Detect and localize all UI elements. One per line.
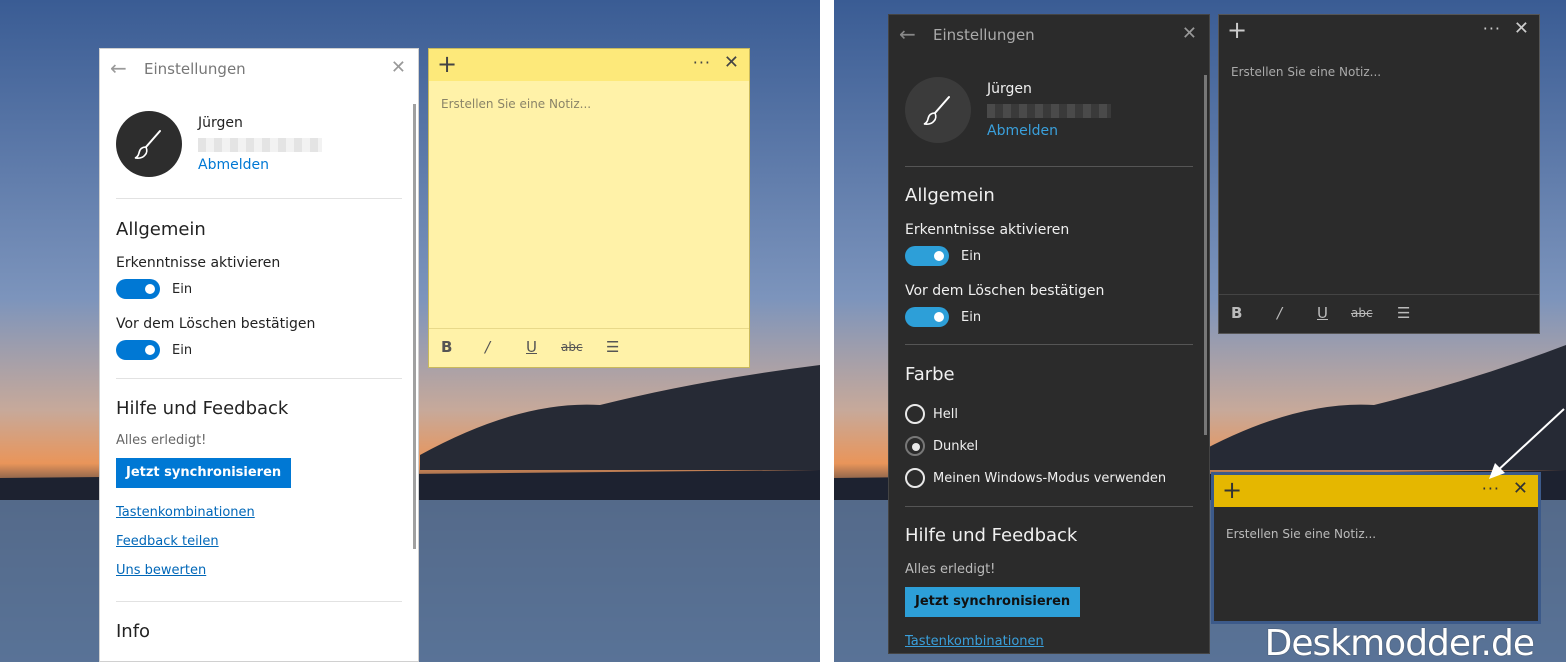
user-name: Jürgen: [198, 115, 243, 131]
section-info-heading: Info: [116, 621, 151, 642]
paintbrush-icon: [134, 130, 161, 159]
radio-light-label: Hell: [933, 407, 958, 422]
format-toolbar: B / U abc ☰: [1219, 294, 1539, 333]
confirm-delete-toggle[interactable]: [905, 307, 949, 327]
section-color-heading: Farbe: [905, 364, 955, 385]
italic-button[interactable]: /: [485, 338, 490, 356]
divider: [905, 344, 1193, 345]
section-help-heading: Hilfe und Feedback: [116, 398, 289, 419]
section-help-heading: Hilfe und Feedback: [905, 525, 1078, 546]
plus-icon[interactable]: +: [437, 52, 457, 76]
radio-light[interactable]: [905, 404, 925, 424]
shortcuts-link[interactable]: Tastenkombinationen: [116, 505, 255, 520]
avatar: [116, 111, 182, 177]
more-icon[interactable]: ···: [693, 53, 711, 73]
radio-windows-mode[interactable]: [905, 468, 925, 488]
divider: [116, 378, 402, 379]
insights-toggle[interactable]: [116, 279, 160, 299]
format-toolbar: B / U abc ☰: [429, 328, 749, 367]
section-general-heading: Allgemein: [905, 185, 995, 206]
shortcuts-link[interactable]: Tastenkombinationen: [905, 634, 1044, 649]
underline-button[interactable]: U: [1317, 304, 1328, 322]
close-icon[interactable]: ✕: [724, 53, 739, 73]
sign-out-link[interactable]: Abmelden: [198, 157, 269, 173]
right-panel: ← Einstellungen ✕ Jürgen Abmelden Allgem…: [834, 0, 1566, 662]
scrollbar[interactable]: [413, 104, 416, 549]
insights-label: Erkenntnisse aktivieren: [116, 255, 281, 271]
strikethrough-button[interactable]: abc: [561, 340, 583, 354]
settings-title: Einstellungen: [144, 60, 246, 78]
back-arrow-icon[interactable]: ←: [899, 24, 919, 44]
confirm-delete-label: Vor dem Löschen bestätigen: [116, 316, 316, 332]
close-icon[interactable]: ✕: [1514, 19, 1529, 39]
more-icon[interactable]: ···: [1483, 19, 1501, 39]
avatar: [905, 77, 971, 143]
sync-status: Alles erledigt!: [116, 433, 207, 448]
note-placeholder[interactable]: Erstellen Sie eine Notiz...: [1226, 527, 1376, 541]
italic-button[interactable]: /: [1277, 304, 1282, 322]
note-titlebar: + ··· ✕: [429, 49, 749, 81]
divider: [116, 601, 402, 602]
close-icon[interactable]: ✕: [391, 58, 406, 78]
watermark: Deskmodder.de: [1264, 623, 1535, 662]
share-feedback-link[interactable]: Feedback teilen: [116, 534, 219, 549]
settings-title: Einstellungen: [933, 26, 1035, 44]
email-redacted: [987, 104, 1111, 118]
insights-state: Ein: [961, 249, 982, 264]
rate-us-link[interactable]: Uns bewerten: [116, 563, 206, 578]
note-titlebar: + ··· ✕: [1219, 15, 1539, 47]
confirm-delete-state: Ein: [961, 310, 982, 325]
confirm-delete-label: Vor dem Löschen bestätigen: [905, 283, 1105, 299]
scrollbar[interactable]: [1204, 75, 1207, 435]
divider: [116, 198, 402, 199]
underline-button[interactable]: U: [526, 338, 537, 356]
list-icon[interactable]: ☰: [1397, 304, 1410, 322]
settings-titlebar: ← Einstellungen ✕: [100, 49, 418, 89]
sync-now-button[interactable]: Jetzt synchronisieren: [905, 587, 1081, 617]
left-panel: ← Einstellungen ✕ Jürgen Abmelden Allgem…: [0, 0, 820, 662]
radio-dark[interactable]: [905, 436, 925, 456]
sync-now-button[interactable]: Jetzt synchronisieren: [116, 458, 292, 488]
confirm-delete-state: Ein: [172, 343, 193, 358]
plus-icon[interactable]: +: [1222, 478, 1242, 502]
sign-out-link[interactable]: Abmelden: [987, 123, 1058, 139]
back-arrow-icon[interactable]: ←: [110, 58, 130, 78]
sync-status: Alles erledigt!: [905, 562, 996, 577]
close-icon[interactable]: ✕: [1182, 24, 1197, 44]
sticky-note-dark: + ··· ✕ Erstellen Sie eine Notiz... B / …: [1218, 14, 1540, 334]
settings-titlebar: ← Einstellungen ✕: [889, 15, 1209, 55]
settings-window-dark: ← Einstellungen ✕ Jürgen Abmelden Allgem…: [888, 14, 1210, 654]
bold-button[interactable]: B: [1231, 304, 1242, 322]
settings-window-light: ← Einstellungen ✕ Jürgen Abmelden Allgem…: [99, 48, 419, 662]
section-general-heading: Allgemein: [116, 219, 206, 240]
user-name: Jürgen: [987, 81, 1032, 97]
email-redacted: [198, 138, 322, 152]
annotation-arrow: [1489, 408, 1565, 479]
note-placeholder[interactable]: Erstellen Sie eine Notiz...: [1231, 65, 1381, 79]
radio-dark-label: Dunkel: [933, 439, 979, 454]
strikethrough-button[interactable]: abc: [1351, 306, 1373, 320]
sticky-note-yellow: + ··· ✕ Erstellen Sie eine Notiz... B / …: [428, 48, 750, 368]
confirm-delete-toggle[interactable]: [116, 340, 160, 360]
divider: [905, 166, 1193, 167]
sticky-note-small: + ··· ✕ Erstellen Sie eine Notiz...: [1211, 472, 1541, 624]
radio-windows-mode-label: Meinen Windows-Modus verwenden: [933, 471, 1167, 486]
panel-divider: [820, 0, 834, 662]
insights-state: Ein: [172, 282, 193, 297]
insights-label: Erkenntnisse aktivieren: [905, 222, 1070, 238]
divider: [905, 506, 1193, 507]
note-placeholder[interactable]: Erstellen Sie eine Notiz...: [441, 97, 591, 111]
insights-toggle[interactable]: [905, 246, 949, 266]
plus-icon[interactable]: +: [1227, 18, 1247, 42]
paintbrush-icon: [923, 96, 950, 125]
bold-button[interactable]: B: [441, 338, 452, 356]
list-icon[interactable]: ☰: [606, 338, 619, 356]
